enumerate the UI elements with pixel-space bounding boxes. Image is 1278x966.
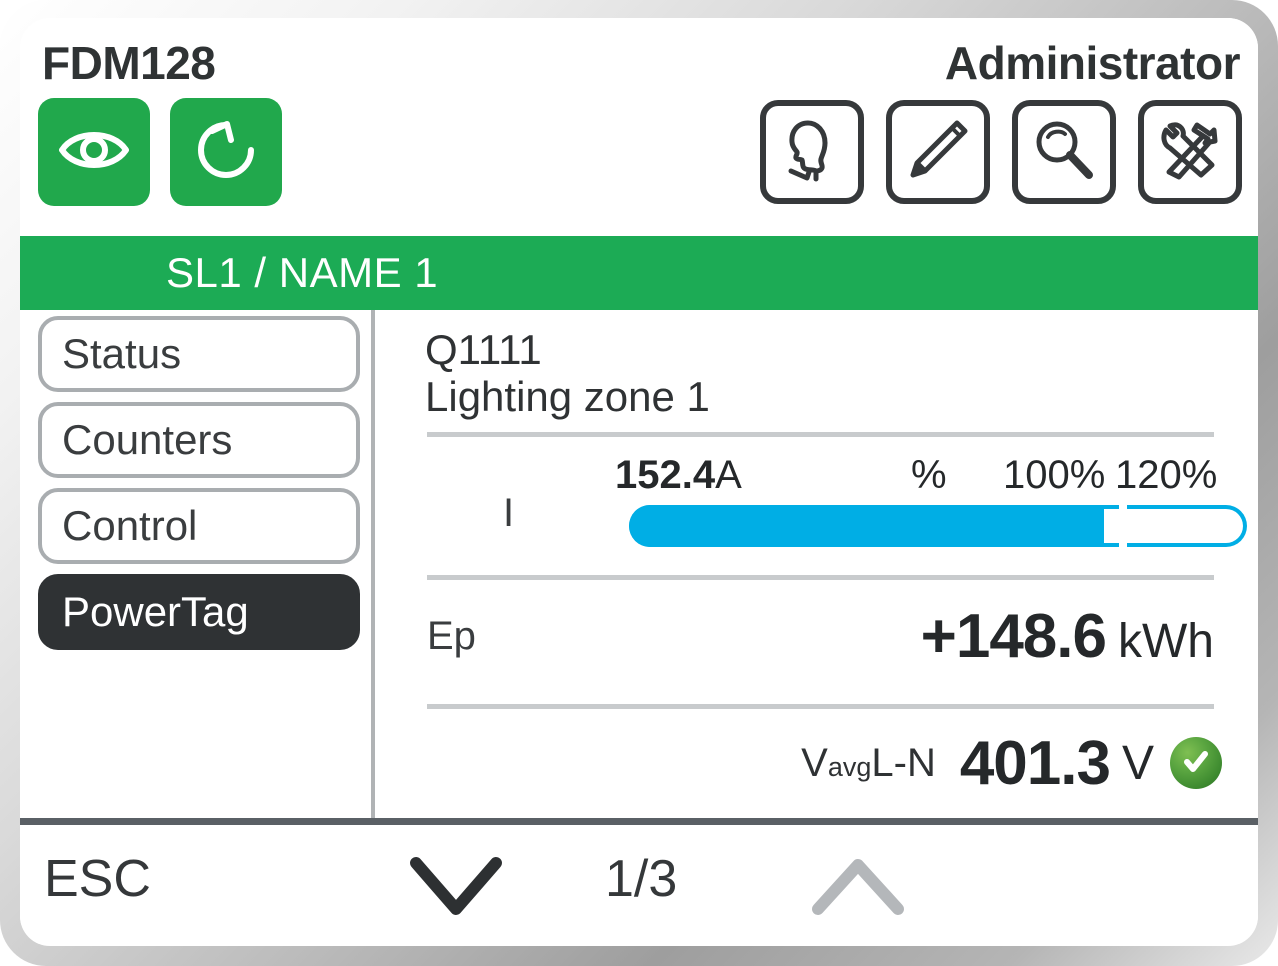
voltage-label-suffix: L-N: [871, 740, 936, 785]
view-button[interactable]: [38, 98, 150, 206]
current-label: I: [503, 491, 515, 536]
sidebar-item-label: PowerTag: [62, 588, 249, 635]
voltage-value: 401.3: [959, 728, 1111, 798]
breadcrumb: SL1 / NAME 1: [20, 236, 1258, 310]
check-ok-icon: [1170, 737, 1222, 790]
bar-fill: [629, 505, 1105, 548]
voltage-label-sub: avg: [827, 751, 872, 782]
percent-symbol: %: [911, 453, 947, 498]
sidebar-item-counters[interactable]: Counters: [38, 402, 360, 478]
refresh-button[interactable]: [170, 98, 282, 206]
sidebar: Status Counters Control PowerTag: [20, 310, 375, 818]
search-magnifier-icon: [1031, 117, 1097, 188]
user-profile-button[interactable]: [760, 100, 864, 204]
current-gauge-row: I 152.4A % 100% 120%: [425, 437, 1258, 563]
sidebar-item-powertag[interactable]: PowerTag: [38, 574, 360, 650]
user-role-label: Administrator: [944, 37, 1241, 89]
page-indicator: 1/3: [605, 850, 678, 908]
view-eye-icon: [57, 122, 131, 183]
voltage-unit: V: [1121, 736, 1154, 790]
user-profile-icon: [781, 117, 843, 188]
voltage-row: Vavg L-N 401.3 V: [425, 709, 1258, 817]
chevron-down-icon[interactable]: [408, 853, 504, 928]
tick-120: 120%: [1115, 453, 1218, 498]
tools-button[interactable]: [1138, 100, 1242, 204]
tools-icon: [1157, 117, 1223, 188]
sidebar-item-status[interactable]: Status: [38, 316, 360, 392]
sidebar-item-control[interactable]: Control: [38, 488, 360, 564]
main-panel: Q1111 Lighting zone 1 I 152.4A % 100% 12…: [379, 310, 1258, 818]
chevron-up-icon[interactable]: [810, 857, 906, 924]
top-header: FDM128 Administrator: [20, 18, 1258, 236]
header-icon-toolbar: [760, 100, 1242, 204]
esc-button[interactable]: ESC: [44, 849, 151, 909]
voltage-label: Vavg L-N: [801, 741, 936, 786]
voltage-label-main: V: [801, 740, 828, 785]
refresh-icon: [192, 115, 260, 190]
sidebar-item-label: Counters: [62, 416, 233, 463]
edit-button[interactable]: [886, 100, 990, 204]
sidebar-item-label: Control: [62, 502, 198, 549]
current-bar: [629, 505, 1247, 548]
content-area: Status Counters Control PowerTag Q1111 L…: [20, 310, 1258, 818]
device-id: Q1111: [425, 326, 542, 373]
current-unit: A: [715, 453, 742, 498]
device-screen: FDM128 Administrator SL1 / NAME 1 Status…: [20, 18, 1258, 946]
page-title: FDM128: [42, 37, 216, 89]
tick-100: 100%: [1003, 453, 1106, 498]
energy-label: Ep: [427, 613, 476, 658]
device-bezel: FDM128 Administrator SL1 / NAME 1 Status…: [0, 0, 1278, 966]
breadcrumb-label: SL1 / NAME 1: [166, 249, 439, 296]
energy-row: Ep +148.6 kWh: [425, 580, 1258, 692]
sidebar-item-label: Status: [62, 330, 182, 377]
bar-segment-overload: [1127, 505, 1247, 548]
energy-value: +148.6 kWh: [921, 601, 1214, 672]
search-button[interactable]: [1012, 100, 1116, 204]
current-value: 152.4A: [615, 453, 742, 498]
current-number: 152.4: [615, 453, 716, 498]
green-button-group: [38, 98, 282, 206]
footer-bar: ESC 1/3: [20, 818, 1258, 944]
energy-number: +148.6: [920, 601, 1107, 671]
edit-pencil-icon: [905, 117, 971, 188]
device-name: Lighting zone 1: [425, 373, 710, 421]
energy-unit: kWh: [1118, 614, 1214, 668]
